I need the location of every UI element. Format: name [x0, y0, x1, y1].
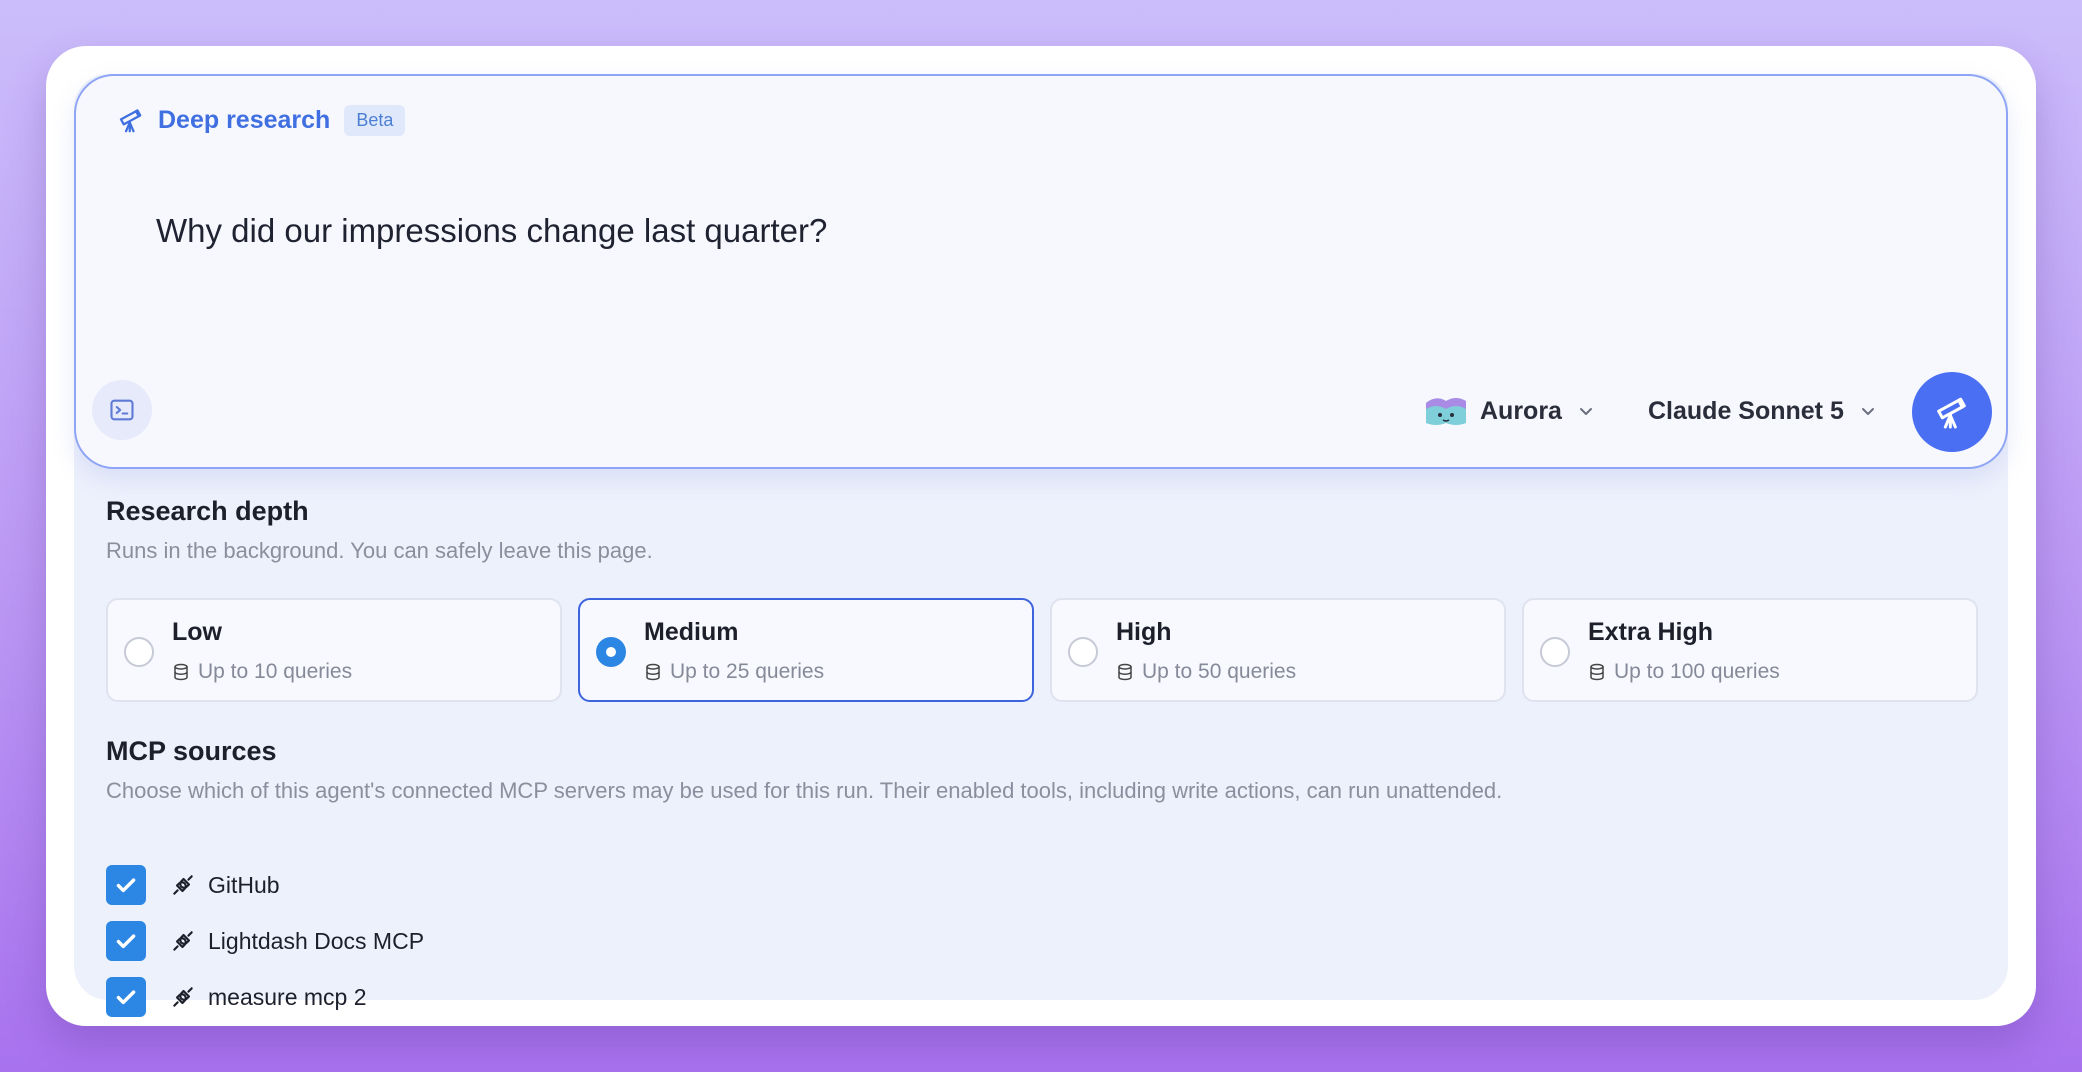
depth-option-label: Medium	[644, 618, 739, 646]
research-depth-options: Low Up to 10 queries Medium Up to 25 que…	[106, 598, 1978, 702]
mcp-source-item[interactable]: GitHub	[106, 864, 706, 906]
depth-option-sub: Up to 100 queries	[1614, 660, 1780, 683]
beta-badge: Beta	[344, 104, 406, 136]
agent-selector[interactable]: Aurora	[1424, 388, 1596, 434]
depth-option-queries: Up to 50 queries	[1116, 660, 1296, 684]
depth-option-high[interactable]: High Up to 50 queries	[1050, 598, 1506, 702]
depth-option-low[interactable]: Low Up to 10 queries	[106, 598, 562, 702]
radio-low[interactable]	[124, 637, 154, 667]
check-icon	[116, 878, 136, 893]
mode-header: Deep research Beta	[116, 102, 406, 138]
database-icon	[1590, 663, 1604, 681]
depth-option-label: High	[1116, 618, 1172, 646]
mcp-source-item[interactable]: measure mcp 2	[106, 976, 706, 1018]
terminal-button[interactable]	[92, 380, 152, 440]
depth-option-extra-high[interactable]: Extra High Up to 100 queries	[1522, 598, 1978, 702]
mcp-source-label: measure mcp 2	[208, 983, 367, 1010]
mcp-checkbox[interactable]	[106, 977, 146, 1017]
radio-medium[interactable]	[596, 637, 626, 667]
depth-option-queries: Up to 25 queries	[644, 660, 824, 684]
radio-extra-high[interactable]	[1540, 637, 1570, 667]
mcp-sources-subtitle: Choose which of this agent's connected M…	[106, 778, 1503, 803]
telescope-icon	[119, 109, 142, 133]
radio-high[interactable]	[1068, 637, 1098, 667]
mcp-source-label: Lightdash Docs MCP	[208, 927, 425, 954]
model-selector[interactable]: Claude Sonnet 5	[1648, 388, 1878, 434]
terminal-icon	[110, 399, 134, 421]
plug-icon	[173, 987, 193, 1007]
telescope-icon	[1937, 397, 1966, 429]
model-name: Claude Sonnet 5	[1648, 396, 1844, 425]
depth-option-sub: Up to 25 queries	[670, 660, 825, 683]
depth-option-sub: Up to 10 queries	[198, 660, 353, 683]
aurora-agent-icon	[1426, 398, 1466, 425]
prompt-composer: Deep research Beta Why did our impressio…	[74, 74, 2008, 469]
check-icon	[116, 990, 136, 1005]
start-research-button[interactable]	[1912, 372, 1992, 452]
depth-option-label: Low	[172, 618, 222, 646]
mode-title: Deep research	[158, 105, 331, 134]
mcp-checkbox[interactable]	[106, 921, 146, 961]
chevron-down-icon	[1579, 408, 1592, 415]
research-panel: Deep research Beta Why did our impressio…	[74, 74, 2008, 1017]
prompt-input[interactable]: Why did our impressions change last quar…	[156, 212, 827, 250]
database-icon	[174, 663, 188, 681]
depth-option-sub: Up to 50 queries	[1142, 660, 1297, 683]
chevron-down-icon	[1861, 408, 1874, 415]
depth-option-queries: Up to 100 queries	[1588, 660, 1780, 684]
mcp-checkbox[interactable]	[106, 865, 146, 905]
plug-icon	[173, 931, 193, 951]
depth-option-label: Extra High	[1588, 618, 1714, 646]
check-icon	[116, 934, 136, 949]
mcp-sources-title: MCP sources	[106, 736, 277, 766]
mcp-source-label: GitHub	[208, 871, 280, 898]
research-depth-title: Research depth	[106, 496, 309, 526]
depth-option-medium[interactable]: Medium Up to 25 queries	[578, 598, 1034, 702]
research-dialog-card: Deep research Beta Why did our impressio…	[46, 46, 2036, 1026]
database-icon	[646, 663, 660, 681]
mcp-source-item[interactable]: Lightdash Docs MCP	[106, 920, 706, 962]
research-depth-subtitle: Runs in the background. You can safely l…	[106, 538, 653, 563]
plug-icon	[173, 875, 193, 895]
database-icon	[1118, 663, 1132, 681]
agent-name: Aurora	[1480, 396, 1562, 425]
depth-option-queries: Up to 10 queries	[172, 660, 352, 684]
